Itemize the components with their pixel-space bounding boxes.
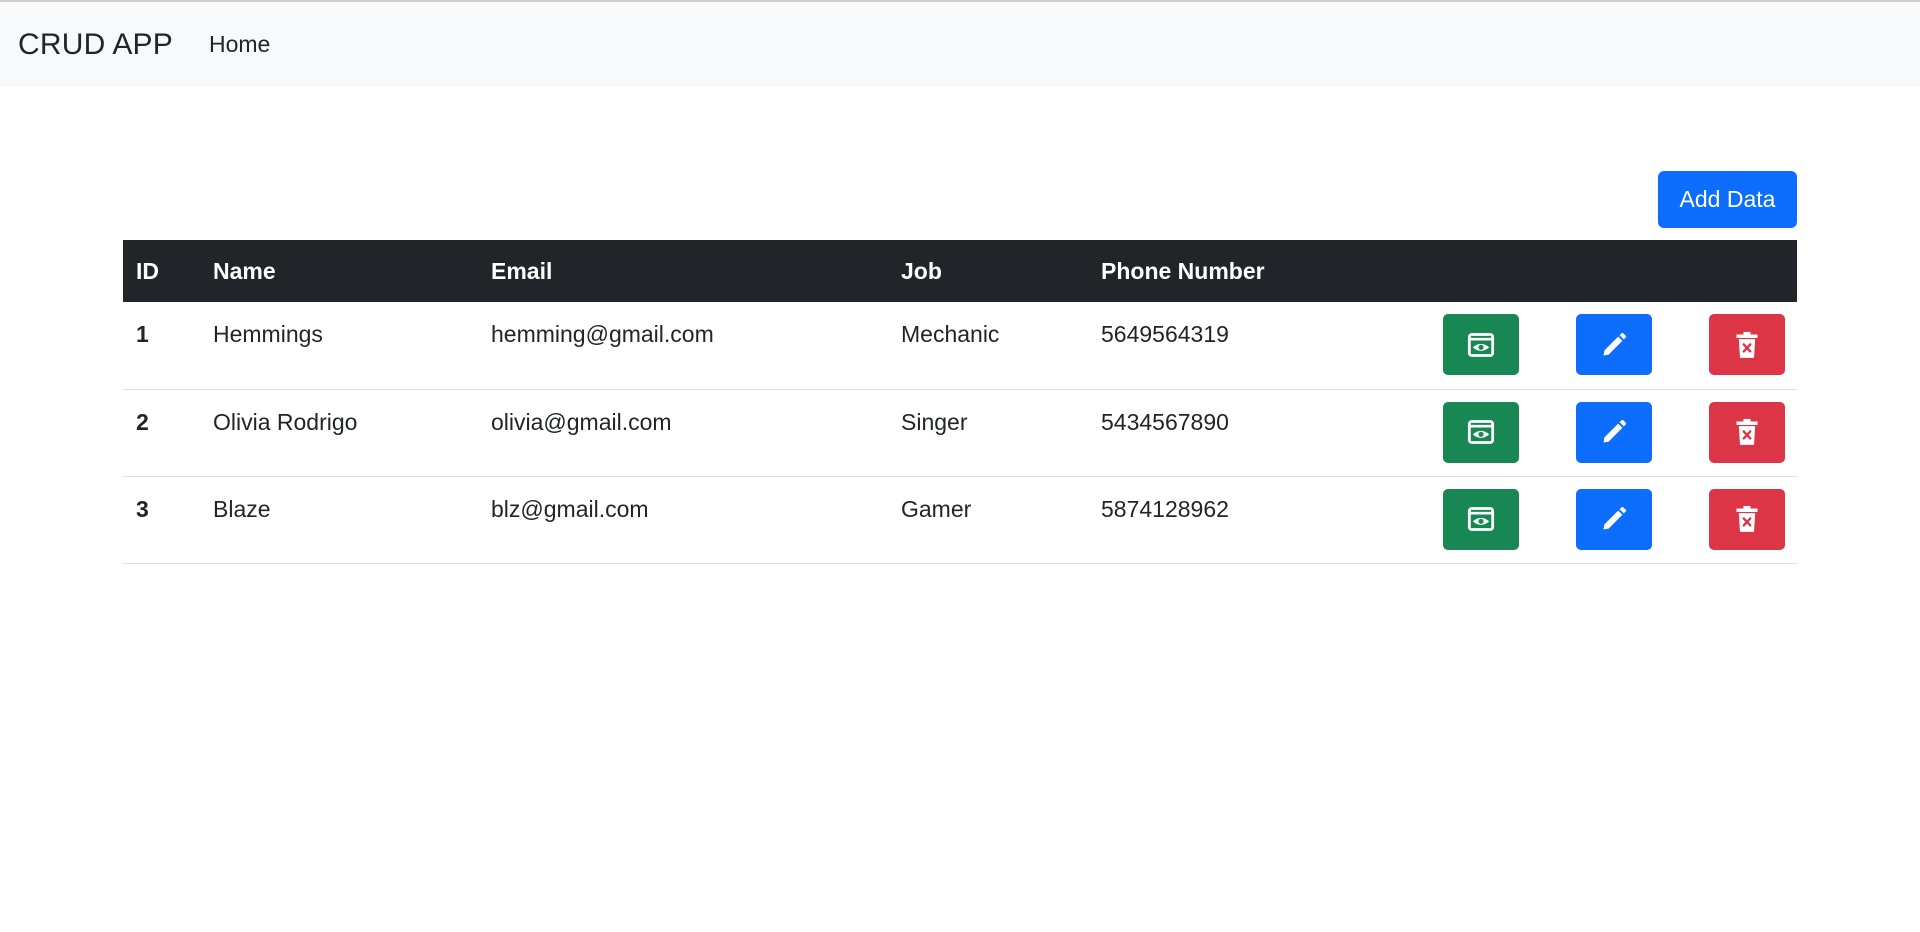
cell-id: 3	[136, 495, 149, 522]
add-data-button[interactable]: Add Data	[1658, 171, 1797, 228]
cell-view	[1398, 302, 1531, 389]
cell-edit	[1531, 389, 1664, 476]
nav-link-home[interactable]: Home	[209, 31, 270, 58]
cell-email: olivia@gmail.com	[491, 408, 672, 435]
table-header: ID Name Email Job Phone Number	[123, 240, 1797, 302]
cell-view	[1398, 476, 1531, 563]
cell-delete	[1664, 302, 1797, 389]
header-view-column	[1398, 240, 1531, 302]
view-button[interactable]	[1443, 401, 1519, 463]
edit-button[interactable]	[1576, 488, 1652, 550]
view-button[interactable]	[1443, 314, 1519, 375]
header-email: Email	[491, 257, 553, 284]
header-id: ID	[136, 257, 159, 284]
header-job: Job	[901, 257, 942, 284]
edit-button[interactable]	[1576, 401, 1652, 463]
header-name: Name	[213, 257, 276, 284]
delete-button[interactable]	[1709, 488, 1785, 550]
navbar-brand[interactable]: CRUD APP	[18, 28, 173, 62]
data-table: ID Name Email Job Phone Number 1 Hemming…	[123, 240, 1797, 564]
cell-job: Gamer	[901, 495, 972, 522]
cell-phone: 5434567890	[1101, 408, 1229, 435]
cell-job: Mechanic	[901, 321, 1000, 347]
cell-id: 2	[136, 408, 149, 435]
cell-email: blz@gmail.com	[491, 495, 649, 522]
edit-button[interactable]	[1576, 314, 1652, 375]
cell-view	[1398, 389, 1531, 476]
pencil-icon	[1603, 506, 1627, 530]
table-row: 3 Blaze blz@gmail.com Gamer 5874128962	[123, 476, 1797, 563]
cell-email: hemming@gmail.com	[491, 321, 714, 347]
eye-icon	[1467, 420, 1495, 444]
cell-name: Blaze	[213, 495, 271, 522]
cell-name: Olivia Rodrigo	[213, 408, 358, 435]
pencil-icon	[1603, 419, 1627, 443]
cell-delete	[1664, 389, 1797, 476]
delete-button[interactable]	[1709, 401, 1785, 463]
trash-icon	[1736, 331, 1758, 358]
pencil-icon	[1603, 332, 1627, 355]
header-delete-column	[1664, 240, 1797, 302]
view-button[interactable]	[1443, 488, 1519, 550]
toolbar: Add Data	[123, 171, 1797, 228]
table-header-row: ID Name Email Job Phone Number	[123, 240, 1797, 302]
eye-icon	[1467, 507, 1495, 531]
header-edit-column	[1531, 240, 1664, 302]
cell-edit	[1531, 302, 1664, 389]
table-body: 1 Hemmings hemming@gmail.com Mechanic 56…	[123, 302, 1797, 563]
cell-id: 1	[136, 321, 149, 347]
navbar: CRUD APP Home	[0, 2, 1920, 87]
table-row: 2 Olivia Rodrigo olivia@gmail.com Singer…	[123, 389, 1797, 476]
cell-delete	[1664, 476, 1797, 563]
cell-phone: 5874128962	[1101, 495, 1229, 522]
trash-icon	[1736, 505, 1758, 532]
cell-edit	[1531, 476, 1664, 563]
delete-button[interactable]	[1709, 314, 1785, 375]
cell-name: Hemmings	[213, 321, 323, 347]
trash-icon	[1736, 418, 1758, 445]
header-phone: Phone Number	[1101, 257, 1265, 284]
main-container: Add Data ID Name Email Job Phone Number	[123, 171, 1797, 564]
eye-icon	[1467, 332, 1495, 357]
cell-phone: 5649564319	[1101, 321, 1229, 347]
cell-job: Singer	[901, 408, 968, 435]
table-row: 1 Hemmings hemming@gmail.com Mechanic 56…	[123, 302, 1797, 389]
